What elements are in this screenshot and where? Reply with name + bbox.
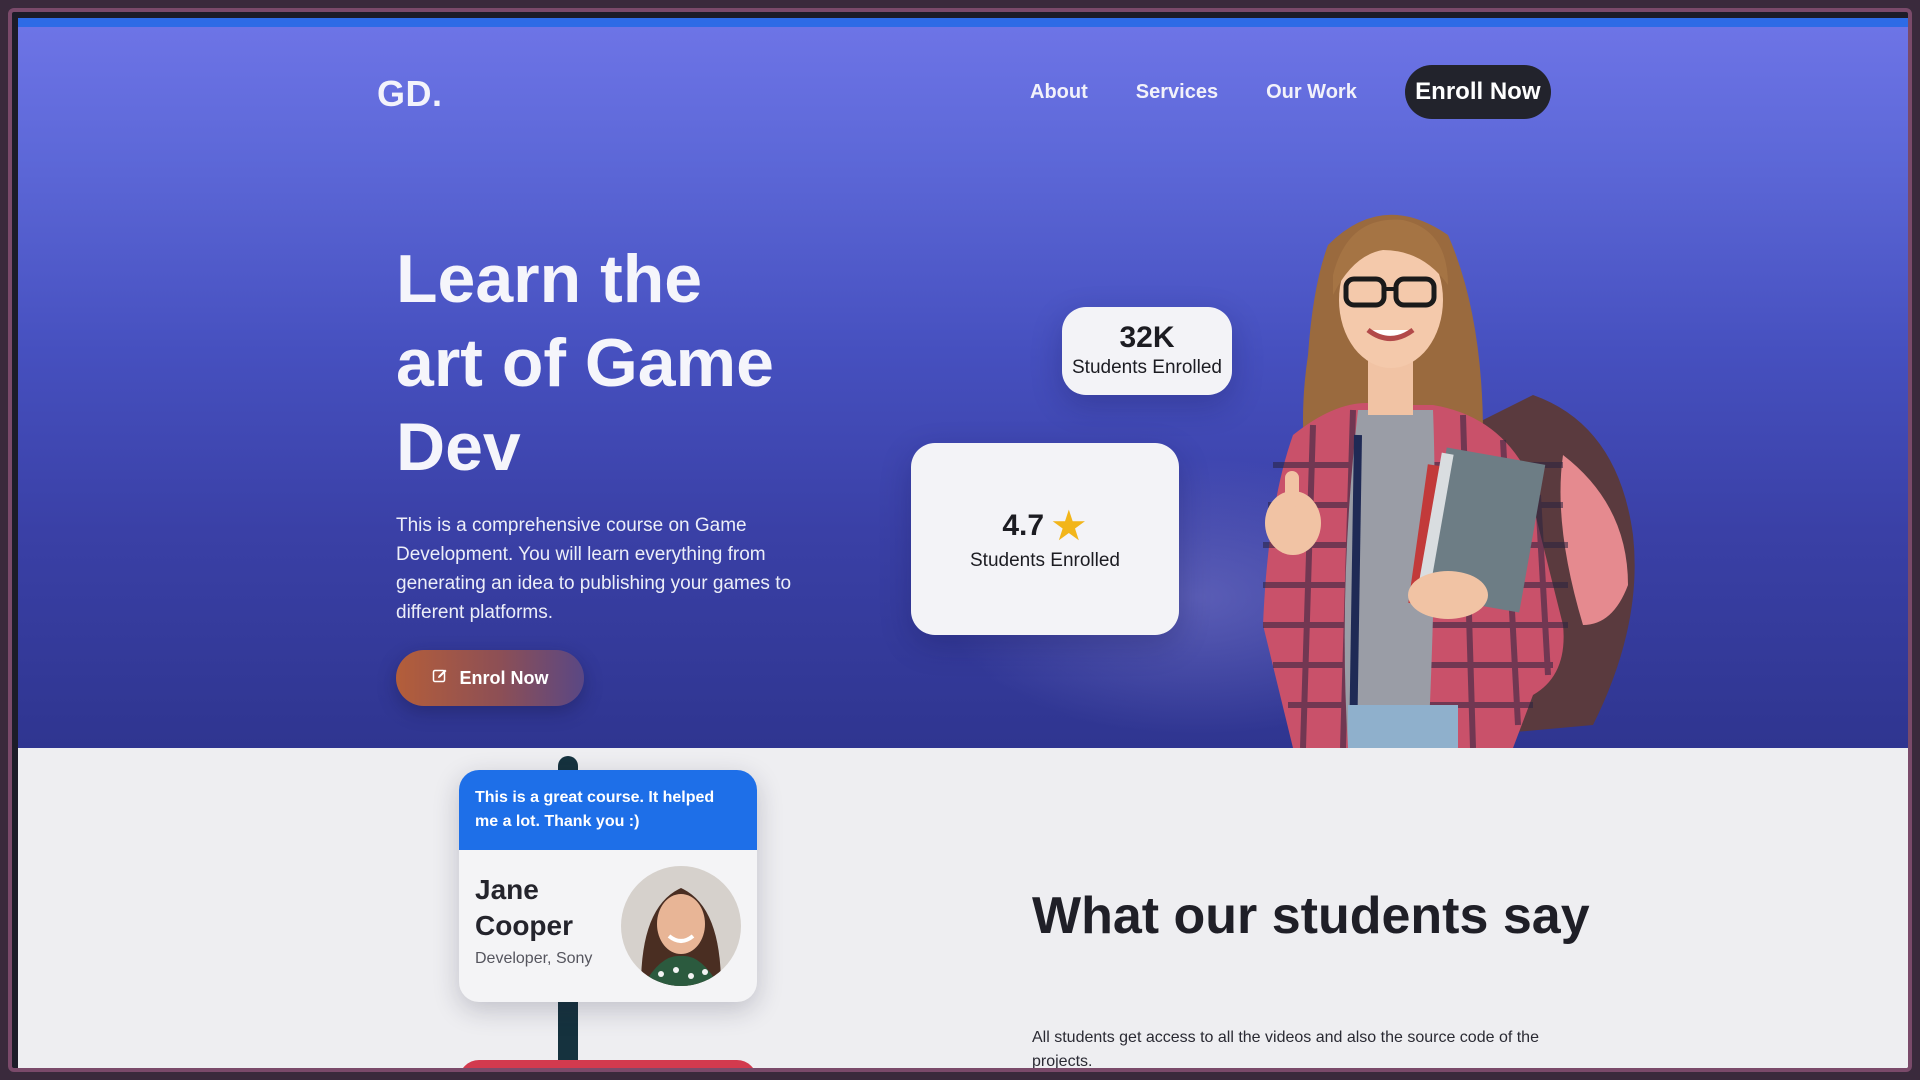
stat-card-rating: 4.7 ★ Students Enrolled bbox=[911, 443, 1179, 635]
nav-about[interactable]: About bbox=[1030, 81, 1088, 104]
page-viewport: GD. About Services Our Work Enroll Now L… bbox=[18, 18, 1908, 1070]
testimonial-name: Jane Cooper bbox=[475, 874, 573, 941]
testimonial-quote: This is a great course. It helped me a l… bbox=[459, 770, 757, 850]
testimonials-title: What our students say bbox=[1032, 887, 1590, 945]
top-accent-strip bbox=[18, 18, 1908, 27]
hero-title: Learn the art of Game Dev bbox=[396, 237, 856, 489]
star-icon: ★ bbox=[1050, 502, 1088, 549]
stat-label: Students Enrolled bbox=[970, 550, 1120, 571]
edit-icon bbox=[432, 668, 448, 689]
testimonial-role: Developer, Sony bbox=[475, 950, 593, 967]
enroll-now-button[interactable]: Enroll Now bbox=[1404, 65, 1551, 119]
main-nav: About Services Our Work Enroll Now bbox=[1030, 65, 1551, 119]
stat-label: Students Enrolled bbox=[1072, 357, 1222, 378]
student-photo bbox=[1263, 214, 1635, 748]
nav-services[interactable]: Services bbox=[1136, 81, 1218, 104]
stat-value: 32K bbox=[1119, 321, 1175, 354]
browser-frame: GD. About Services Our Work Enroll Now L… bbox=[8, 8, 1912, 1072]
rating-value: 4.7 bbox=[1002, 509, 1045, 542]
nav-our-work[interactable]: Our Work bbox=[1266, 81, 1357, 104]
enrol-now-label: Enrol Now bbox=[459, 667, 549, 688]
testimonial-card-next[interactable] bbox=[459, 1060, 757, 1068]
testimonials-section: This is a great course. It helped me a l… bbox=[18, 748, 1908, 1070]
hero-title-line-3: Dev bbox=[396, 409, 521, 485]
enrol-now-button[interactable]: Enrol Now bbox=[396, 650, 584, 706]
stat-card-students: 32K Students Enrolled bbox=[1062, 307, 1232, 395]
testimonial-card[interactable]: This is a great course. It helped me a l… bbox=[459, 770, 757, 1002]
hero-title-line-2: art of Game bbox=[396, 325, 774, 401]
site-logo[interactable]: GD. bbox=[377, 73, 443, 115]
hero-description: This is a comprehensive course on Game D… bbox=[396, 515, 792, 623]
hero-section: GD. About Services Our Work Enroll Now L… bbox=[18, 27, 1908, 748]
avatar bbox=[621, 866, 741, 986]
testimonials-description: All students get access to all the video… bbox=[1032, 1029, 1539, 1070]
hero-title-line-1: Learn the bbox=[396, 241, 703, 317]
